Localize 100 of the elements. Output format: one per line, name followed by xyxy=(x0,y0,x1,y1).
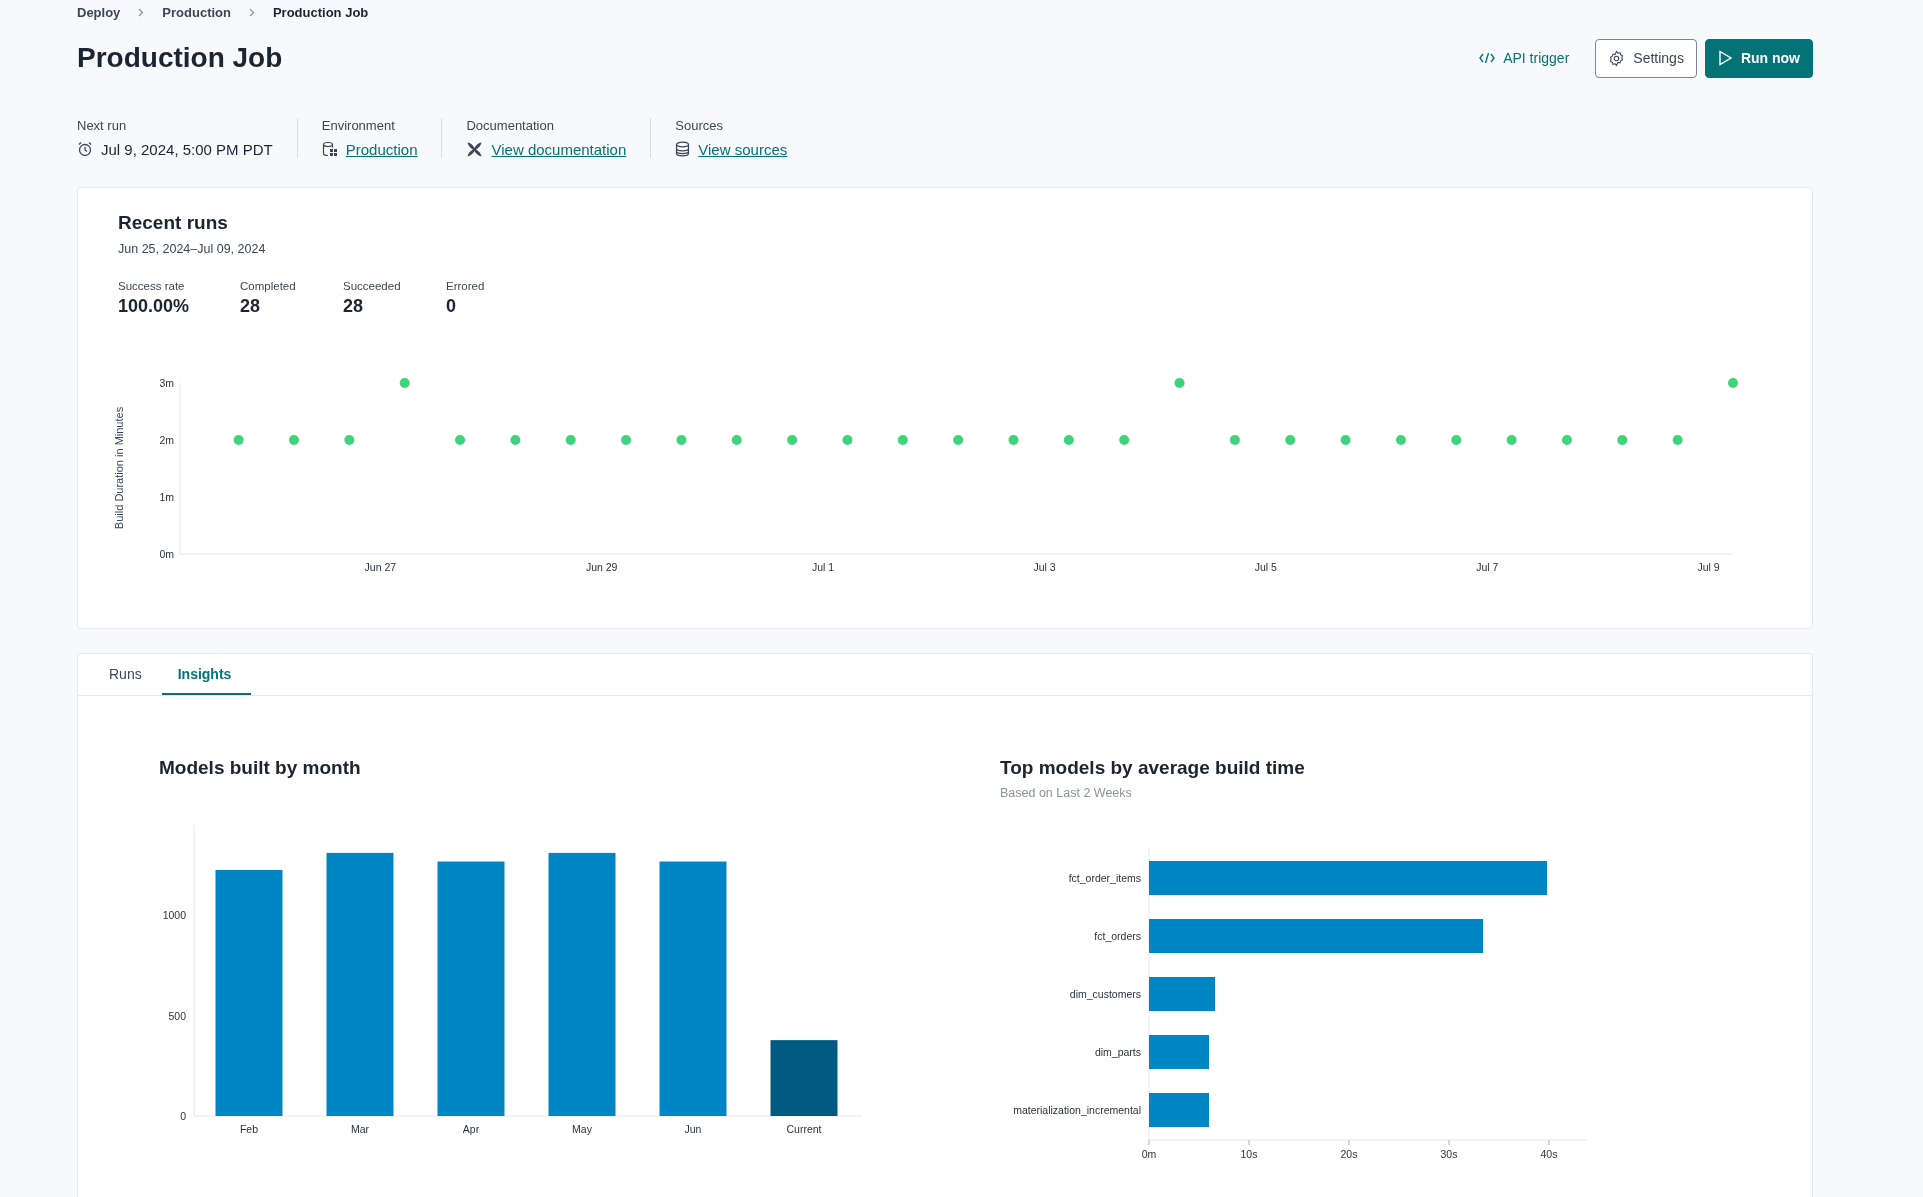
stat-label: Completed xyxy=(240,280,297,292)
meta-label: Sources xyxy=(675,117,724,133)
database-grid-icon xyxy=(321,141,338,157)
run-dot[interactable] xyxy=(1063,435,1074,445)
run-dot[interactable] xyxy=(1728,378,1738,388)
axis-title: Build Duration in Minutes xyxy=(113,406,125,530)
axis-tick-label: Apr xyxy=(462,1123,480,1135)
axis-tick-label: 0m xyxy=(159,548,174,560)
axis-tick-label: 1m xyxy=(159,491,174,503)
code-icon xyxy=(1479,51,1496,65)
axis-tick-label: Jul 7 xyxy=(1476,561,1499,573)
run-dot[interactable] xyxy=(1119,435,1130,445)
axis-tick-label: 1000 xyxy=(162,909,186,922)
run-dot[interactable] xyxy=(510,435,521,445)
run-dot[interactable] xyxy=(953,435,964,445)
chart-subtitle: Based on Last 2 Weeks xyxy=(1000,786,1133,800)
run-dot[interactable] xyxy=(344,435,355,445)
cross-logo-icon xyxy=(466,140,484,158)
axis-tick-label: 20s xyxy=(1340,1148,1358,1160)
stat-label: Succeeded xyxy=(343,280,402,292)
axis-tick-label: Jun 29 xyxy=(585,561,618,573)
stat-label: Errored xyxy=(446,280,486,292)
tab[interactable]: Insights xyxy=(161,654,252,695)
run-dot[interactable] xyxy=(1340,435,1351,445)
run-dot[interactable] xyxy=(1561,435,1572,445)
axis-tick-label: Jul 1 xyxy=(812,561,835,573)
axis-tick-label: 0 xyxy=(180,1110,186,1122)
run-dot[interactable] xyxy=(1395,435,1406,445)
run-dot[interactable] xyxy=(1174,378,1185,388)
date-range: Jun 25, 2024–Jul 09, 2024 xyxy=(118,242,267,256)
meta-label: Next run xyxy=(77,117,128,133)
breadcrumb-link[interactable]: Production xyxy=(162,4,231,20)
axis-tick-label: Current xyxy=(786,1123,822,1135)
card-title: Recent runs xyxy=(118,212,229,234)
run-dot[interactable] xyxy=(787,435,798,445)
axis-tick-label: dim_parts xyxy=(1094,1046,1141,1058)
axis-tick-label: May xyxy=(572,1123,592,1135)
settings-button[interactable]: Settings xyxy=(1595,38,1697,78)
clock-icon xyxy=(77,141,93,157)
run-dot[interactable] xyxy=(1451,435,1462,445)
run-dot[interactable] xyxy=(233,435,244,445)
axis-tick-label: Feb xyxy=(239,1123,259,1135)
next-run-time: Jul 9, 2024, 5:00 PM PDT xyxy=(101,140,273,158)
axis-tick-label: Mar xyxy=(350,1123,370,1135)
meta-link[interactable]: View sources xyxy=(698,140,788,158)
axis-tick-label: 40s xyxy=(1540,1148,1558,1160)
run-dot[interactable] xyxy=(897,435,908,445)
axis-tick-label: 2m xyxy=(159,434,174,446)
axis-tick-label: dim_customers xyxy=(1069,988,1141,1000)
run-dot[interactable] xyxy=(731,435,742,445)
axis-tick-label: 3m xyxy=(159,377,174,389)
chart-title: Models built by month xyxy=(159,757,362,779)
bar xyxy=(1149,1093,1209,1127)
tab[interactable]: Runs xyxy=(93,654,162,695)
axis-tick-label: Jul 5 xyxy=(1254,561,1277,573)
run-dot[interactable] xyxy=(289,435,299,445)
database-icon xyxy=(675,141,691,157)
meta-label: Environment xyxy=(321,117,396,133)
meta-link[interactable]: View documentation xyxy=(491,140,627,158)
run-dot[interactable] xyxy=(1229,435,1240,445)
run-dot[interactable] xyxy=(842,435,853,445)
axis-tick-label: 0m xyxy=(1141,1148,1157,1160)
axis-tick-label: 30s xyxy=(1440,1148,1458,1160)
run-dot[interactable] xyxy=(455,435,466,445)
run-dot[interactable] xyxy=(1672,435,1683,445)
run-dot[interactable] xyxy=(1506,435,1517,445)
run-now-button[interactable]: Run now xyxy=(1704,38,1813,78)
stat-label: Success rate xyxy=(118,280,186,292)
bar xyxy=(1149,977,1215,1011)
stat-value: 0 xyxy=(446,296,457,317)
axis-tick-label: Jul 3 xyxy=(1033,561,1056,573)
stat-value: 28 xyxy=(343,296,365,317)
axis-tick-label: materialization_incremental xyxy=(1013,1104,1141,1116)
run-dot[interactable] xyxy=(565,435,576,445)
axis-tick-label: fct_order_items xyxy=(1068,872,1141,884)
run-dot[interactable] xyxy=(621,435,632,445)
run-dot[interactable] xyxy=(676,435,687,445)
meta-link[interactable]: Production xyxy=(345,140,418,158)
stat-value: 28 xyxy=(240,296,262,317)
chevron-icon xyxy=(248,7,255,17)
axis-tick-label: Jun 27 xyxy=(364,561,397,573)
meta-label: Documentation xyxy=(466,117,555,133)
axis-tick-label: Jul 9 xyxy=(1697,561,1720,573)
axis-tick-label: 10s xyxy=(1240,1148,1258,1160)
axis-tick-label: Jun xyxy=(684,1123,702,1135)
axis-tick-label: fct_orders xyxy=(1094,930,1141,942)
run-dot[interactable] xyxy=(1617,435,1628,445)
axis-tick-label: 500 xyxy=(168,1009,186,1022)
breadcrumb-link[interactable]: Deploy xyxy=(77,4,121,20)
page-title: Production Job xyxy=(77,42,283,74)
run-dot[interactable] xyxy=(399,378,410,388)
run-dot[interactable] xyxy=(1008,435,1019,445)
breadcrumb-link[interactable]: Production Job xyxy=(272,4,369,20)
run-dot[interactable] xyxy=(1285,435,1296,445)
play-icon xyxy=(1717,50,1733,66)
bar xyxy=(1149,1035,1209,1069)
chevron-icon xyxy=(138,7,145,17)
chart-title: Top models by average build time xyxy=(1000,757,1306,779)
api-trigger-link[interactable]: API trigger xyxy=(1467,38,1582,78)
settings-icon xyxy=(1608,49,1626,67)
